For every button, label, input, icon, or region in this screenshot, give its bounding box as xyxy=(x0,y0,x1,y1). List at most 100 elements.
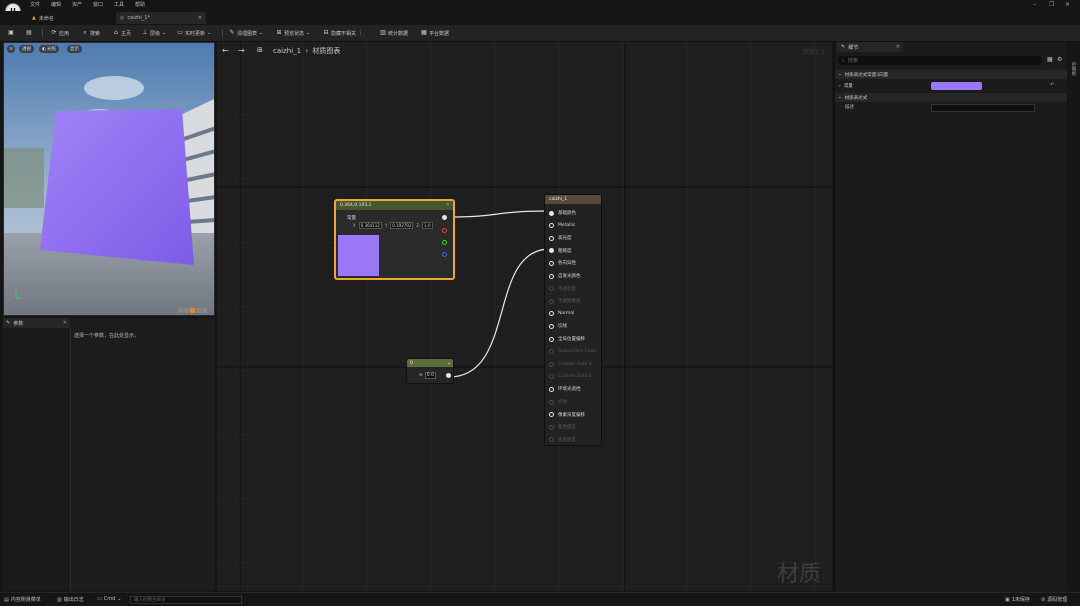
input-pin-icon[interactable] xyxy=(549,361,554,367)
output-rgb-pin[interactable] xyxy=(442,215,447,220)
details-close-icon[interactable]: ✕ xyxy=(896,44,900,50)
result-pin-row[interactable]: 不透明度 xyxy=(549,284,576,294)
vector-x-field[interactable]: 0.364112 xyxy=(358,222,382,229)
menu-help[interactable]: 帮助 xyxy=(135,1,145,8)
input-pin-icon[interactable] xyxy=(549,223,554,229)
save-button[interactable]: ▣ xyxy=(8,28,14,38)
cube-icon[interactable] xyxy=(196,308,201,313)
result-pin-row[interactable]: 粗糙度 xyxy=(549,246,572,256)
show-button[interactable]: 显示 xyxy=(67,45,82,53)
input-pin-icon[interactable] xyxy=(549,374,554,380)
cylinder-icon[interactable] xyxy=(178,308,183,313)
input-pin-icon[interactable] xyxy=(549,260,554,266)
hierarchy-button[interactable]: ⊥ 层级 ⌄ xyxy=(142,28,166,38)
menu-file[interactable]: 文件 xyxy=(30,1,40,8)
tab-material[interactable]: ◎ caizhi_1* ✕ xyxy=(116,12,206,24)
constant-node[interactable]: 0 ⌄ ⊕ 0.0 xyxy=(406,358,454,384)
back-arrow-icon[interactable]: ← xyxy=(222,46,229,55)
input-pin-icon[interactable] xyxy=(549,399,554,405)
result-node-header[interactable]: caizhi_1 xyxy=(545,195,601,204)
forward-arrow-icon[interactable]: → xyxy=(238,46,245,55)
minimize-icon[interactable]: – xyxy=(1033,2,1036,8)
side-panel-tab[interactable]: 控制板 xyxy=(1070,62,1076,76)
menu-edit[interactable]: 编辑 xyxy=(51,1,61,8)
input-pin-icon[interactable] xyxy=(549,386,554,392)
material-graph-editor[interactable]: ← → ⊞ caizhi_1 › 材质图表 缩放1:1 材质 0.364,0.1… xyxy=(217,42,832,591)
result-pin-row[interactable]: 自发光颜色 xyxy=(549,271,581,281)
collapse-icon[interactable]: ⌃ xyxy=(446,203,450,209)
preview-state-button[interactable]: ⊞ 预览状态 ⌄ xyxy=(276,28,310,38)
mesh-icon[interactable] xyxy=(202,308,207,313)
material-result-node[interactable]: caizhi_1 基础颜色 Metallic 高光度 粗糙度 各向异性 自发光颜色 不透明度… xyxy=(544,194,602,446)
output-r-pin[interactable] xyxy=(442,228,447,233)
result-pin-row[interactable]: 切线 xyxy=(549,321,567,331)
constant3vector-node-header[interactable]: 0.364,0.193,1 ⌃ xyxy=(336,201,453,210)
stats-button[interactable]: ▥ 统计数据 xyxy=(380,28,408,38)
gear-icon[interactable]: ⚙ xyxy=(1057,56,1062,63)
result-pin-row[interactable]: Custom Data 1 xyxy=(549,372,592,382)
hide-unrelated-button[interactable]: ⊟ 隐藏不相关 ⋮ xyxy=(323,28,363,38)
unsaved-button[interactable]: ▣ 1未保存 xyxy=(1005,596,1030,604)
result-pin-row[interactable]: 表面厚度 xyxy=(549,435,576,445)
result-pin-row[interactable]: 像素深度偏移 xyxy=(549,410,585,420)
input-pin-icon[interactable] xyxy=(549,286,554,292)
viewport-menu-button[interactable]: ≡ xyxy=(7,45,15,53)
breadcrumb-asset[interactable]: caizhi_1 xyxy=(273,47,301,55)
chevron-right-icon[interactable]: › xyxy=(839,84,841,89)
perspective-button[interactable]: 透视 xyxy=(19,45,34,53)
tab-close-icon[interactable]: ✕ xyxy=(198,15,202,21)
sphere-icon[interactable] xyxy=(184,308,189,313)
output-log-button[interactable]: ▥ 输出日志 xyxy=(57,596,84,604)
vector-y-field[interactable]: 0.192792 xyxy=(390,222,414,229)
constant-node-header[interactable]: 0 ⌄ xyxy=(407,359,453,367)
menu-window[interactable]: 窗口 xyxy=(93,1,103,8)
table-view-icon[interactable]: ▦ xyxy=(1047,56,1053,63)
input-pin-icon[interactable] xyxy=(549,235,554,241)
input-pin-icon[interactable] xyxy=(549,248,554,254)
maximize-icon[interactable]: ❐ xyxy=(1049,2,1054,8)
color-swatch[interactable] xyxy=(338,235,379,276)
source-control-button[interactable]: ⊘ 源码管理 xyxy=(1041,596,1067,604)
details-tab[interactable]: ✎ 细节 ✕ xyxy=(837,42,903,52)
menu-asset[interactable]: 资产 xyxy=(72,1,82,8)
input-pin-icon[interactable] xyxy=(549,323,554,329)
result-pin-row[interactable]: 基础颜色 xyxy=(549,208,576,218)
input-pin-icon[interactable] xyxy=(549,412,554,418)
input-pin-icon[interactable] xyxy=(549,424,554,430)
constant3vector-node[interactable]: 0.364,0.193,1 ⌃ 常量 X 0.364112 Y 0.192792 Z… xyxy=(334,199,455,280)
result-pin-row[interactable]: 环境光遮挡 xyxy=(549,384,581,394)
expand-icon[interactable]: ⌄ xyxy=(447,360,451,366)
constant-output-pin[interactable] xyxy=(446,373,451,378)
output-b-pin[interactable] xyxy=(442,252,447,257)
search-button[interactable]: ⌕ 搜索 xyxy=(82,28,100,38)
console-input[interactable]: 输入控制台命令 xyxy=(130,596,242,604)
params-tab[interactable]: ✎ 参数 ✕ xyxy=(3,318,70,328)
apply-button[interactable]: ⟳ 应用 xyxy=(51,28,69,38)
input-pin-icon[interactable] xyxy=(549,210,554,216)
lit-button[interactable]: ◐ 光照 xyxy=(39,45,59,53)
clean-graph-button[interactable]: ✎ 清理图表 ⌄ xyxy=(229,28,263,38)
close-icon[interactable]: ✕ xyxy=(1065,2,1070,8)
platform-stats-button[interactable]: ▦ 平台数据 xyxy=(421,28,449,38)
live-update-button[interactable]: ▭ 实时更新 ⌄ xyxy=(177,28,211,38)
section-constant3vector[interactable]: ⌄ 材质表达式常量3向量 xyxy=(835,70,1068,79)
params-close-icon[interactable]: ✕ xyxy=(63,320,67,326)
input-pin-icon[interactable] xyxy=(549,311,554,317)
material-preview-viewport[interactable]: ≡ 透视 ◐ 光照 显示 xyxy=(3,42,215,316)
content-drawer-button[interactable]: ▤ 内容侧滑菜单 xyxy=(4,596,41,604)
result-pin-row[interactable]: 各向异性 xyxy=(549,258,576,268)
result-pin-row[interactable]: 不透明蒙版 xyxy=(549,296,581,306)
output-g-pin[interactable] xyxy=(442,240,447,245)
input-pin-icon[interactable] xyxy=(549,298,554,304)
result-pin-row[interactable]: 折射 xyxy=(549,397,567,407)
reset-icon[interactable]: ↶ xyxy=(1050,82,1054,88)
input-pin-icon[interactable] xyxy=(549,336,554,342)
plane-icon[interactable] xyxy=(190,308,195,313)
input-pin-icon[interactable] xyxy=(549,437,554,443)
browse-button[interactable]: ▤ xyxy=(26,28,32,38)
result-pin-row[interactable]: Subsurface Color xyxy=(549,347,596,357)
cmd-dropdown[interactable]: ▭ Cmd ⌄ xyxy=(97,596,121,602)
home-button[interactable]: ⌂ 主页 xyxy=(113,28,131,38)
constant-color-picker[interactable] xyxy=(931,82,982,90)
result-pin-row[interactable]: Metallic xyxy=(549,221,575,231)
